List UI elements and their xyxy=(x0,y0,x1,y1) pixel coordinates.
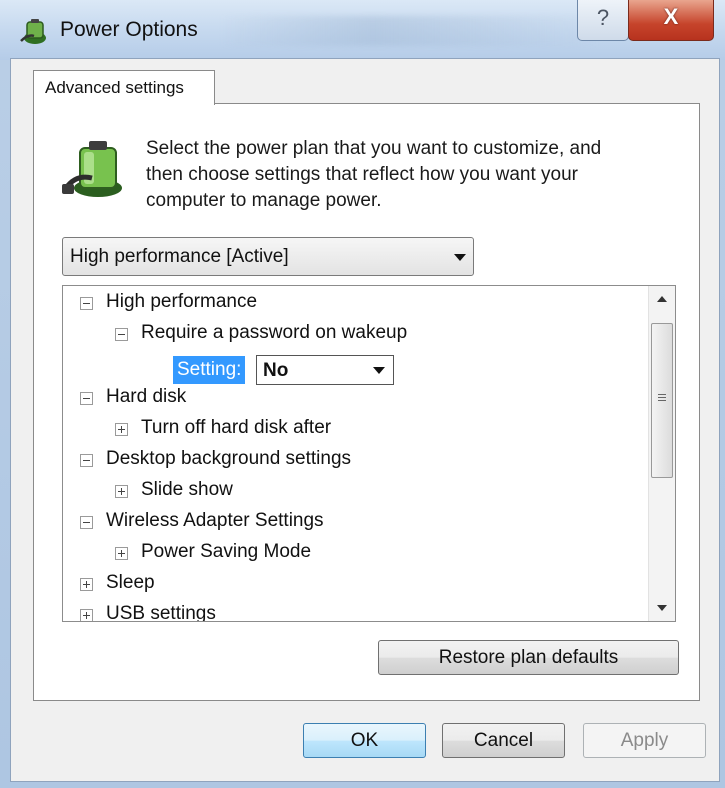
battery-plug-icon xyxy=(62,141,122,197)
collapse-icon[interactable] xyxy=(80,454,93,467)
power-options-window: Power Options ? X Advanced settings Sele… xyxy=(0,0,725,788)
expand-icon[interactable] xyxy=(115,547,128,560)
window-title: Power Options xyxy=(60,18,198,41)
tree-item-label: Desktop background settings xyxy=(106,448,352,469)
grip-line xyxy=(658,394,666,395)
intro-line-2: then choose settings that reflect how yo… xyxy=(146,164,578,185)
help-icon: ? xyxy=(596,5,610,30)
scroll-down-button[interactable] xyxy=(649,595,675,621)
expand-icon[interactable] xyxy=(115,423,128,436)
apply-button[interactable]: Apply xyxy=(583,723,706,758)
chevron-down-icon xyxy=(454,254,466,261)
collapse-icon[interactable] xyxy=(80,392,93,405)
restore-plan-defaults-button[interactable]: Restore plan defaults xyxy=(378,640,679,675)
close-button[interactable]: X xyxy=(628,0,714,41)
grip-line xyxy=(658,400,666,401)
password-setting-dropdown[interactable]: No xyxy=(256,355,394,385)
title-bar-background-blur xyxy=(220,16,600,46)
tree-item-label: USB settings xyxy=(106,603,216,622)
arrow-up-icon xyxy=(657,296,667,302)
help-button[interactable]: ? xyxy=(577,0,629,41)
expand-icon[interactable] xyxy=(80,578,93,591)
power-plan-dropdown-value: High performance [Active] xyxy=(70,246,289,267)
scrollbar-thumb[interactable] xyxy=(651,323,673,478)
setting-label: Setting: xyxy=(173,356,246,384)
tree-item-label: High performance xyxy=(106,291,258,312)
close-icon: X xyxy=(663,4,679,29)
tree-item-label: Power Saving Mode xyxy=(141,541,312,562)
tree-item-label: Require a password on wakeup xyxy=(141,322,408,343)
cancel-button[interactable]: Cancel xyxy=(442,723,565,758)
password-setting-value: No xyxy=(263,360,289,381)
intro-line-3: computer to manage power. xyxy=(146,190,382,211)
intro-line-1: Select the power plan that you want to c… xyxy=(146,138,602,159)
tree-scrollbar[interactable] xyxy=(648,286,675,621)
tab-advanced-settings-label: Advanced settings xyxy=(45,78,184,97)
arrow-down-icon xyxy=(657,605,667,611)
tree-item-label: Wireless Adapter Settings xyxy=(106,510,324,531)
collapse-icon[interactable] xyxy=(80,516,93,529)
tree-item-label: Slide show xyxy=(141,479,233,500)
grip-line xyxy=(658,397,666,398)
tree-item-label: Turn off hard disk after xyxy=(141,417,332,438)
title-bar[interactable]: Power Options ? X xyxy=(0,0,725,60)
collapse-icon[interactable] xyxy=(80,297,93,310)
tab-advanced-settings[interactable]: Advanced settings xyxy=(33,70,215,105)
tree-item-label: Hard disk xyxy=(106,386,187,407)
expand-icon[interactable] xyxy=(80,609,93,621)
collapse-icon[interactable] xyxy=(115,328,128,341)
intro-text: Select the power plan that you want to c… xyxy=(146,136,686,214)
settings-tree[interactable]: High performance Require a password on w… xyxy=(62,285,676,622)
scroll-up-button[interactable] xyxy=(649,286,675,312)
expand-icon[interactable] xyxy=(115,485,128,498)
tree-item-label: Sleep xyxy=(106,572,155,593)
power-plan-dropdown[interactable]: High performance [Active] xyxy=(62,237,474,276)
chevron-down-icon xyxy=(373,367,385,374)
ok-button[interactable]: OK xyxy=(303,723,426,758)
power-options-app-icon xyxy=(20,19,46,44)
